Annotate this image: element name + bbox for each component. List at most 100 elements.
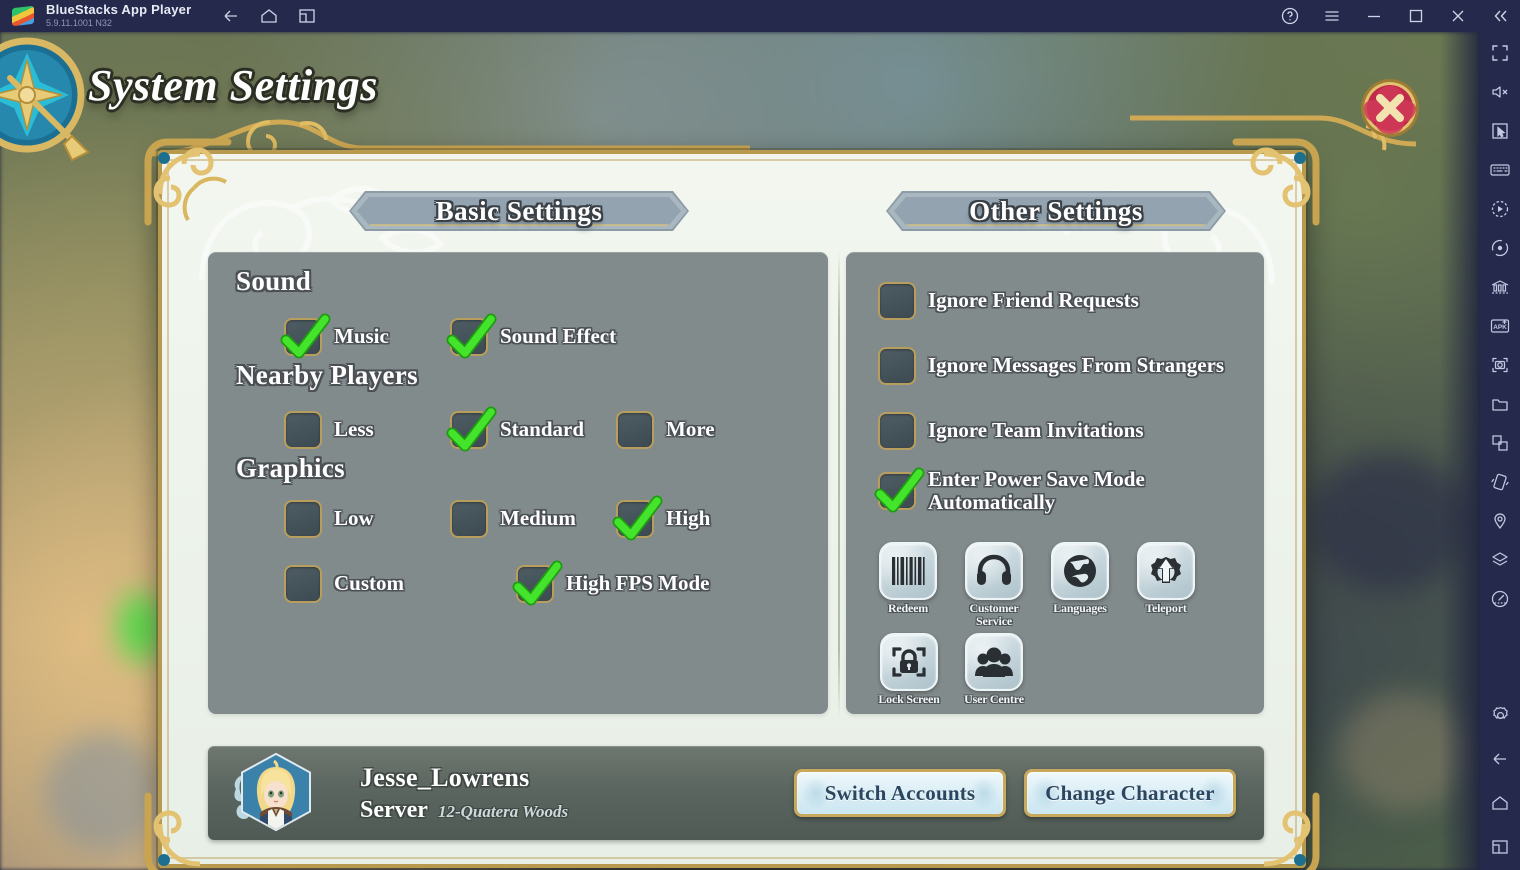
checkbox-standard[interactable] xyxy=(446,406,497,452)
checkbox-label-high-fps-mode: High FPS Mode xyxy=(566,571,710,596)
checkbox-medium[interactable] xyxy=(450,500,488,538)
close-dialog-button[interactable] xyxy=(1358,76,1422,140)
multi-instance-icon[interactable] xyxy=(297,6,317,26)
banner-other-label: Other Settings xyxy=(969,195,1143,226)
checkbox-more[interactable] xyxy=(616,411,654,449)
checkbox-label-ignore-messages-strangers: Ignore Messages From Strangers xyxy=(928,353,1225,378)
keyboard-icon[interactable] xyxy=(1487,157,1513,183)
footer-buttons: Switch Accounts Change Character xyxy=(794,769,1236,817)
checkbox-ignore-team-invitations[interactable] xyxy=(878,412,916,450)
checkbox-music[interactable] xyxy=(280,313,331,359)
rotate-icon[interactable] xyxy=(1487,235,1513,261)
cursor-icon[interactable] xyxy=(1487,118,1513,144)
checkbox-less[interactable] xyxy=(284,411,322,449)
banner-basic-label: Basic Settings xyxy=(435,195,603,226)
switch-accounts-button[interactable]: Switch Accounts xyxy=(794,769,1006,817)
checkbox-row-music[interactable]: Music xyxy=(280,313,389,359)
shortcut-lock-screen[interactable]: Lock Screen xyxy=(878,633,940,706)
location-icon[interactable] xyxy=(1487,508,1513,534)
maximize-icon[interactable] xyxy=(1406,6,1426,26)
change-character-label: Change Character xyxy=(1045,780,1215,805)
game-viewport: System Settings Basic Settings Other Set… xyxy=(0,32,1480,870)
sidebar-tools: APK xyxy=(1487,40,1513,612)
column-divider xyxy=(838,250,840,718)
checkbox-high[interactable] xyxy=(612,495,663,541)
banner-other-settings: Other Settings xyxy=(886,188,1226,234)
group-heading-graphics: Graphics xyxy=(236,453,345,483)
collapse-sidebar-icon[interactable] xyxy=(1490,6,1510,26)
checkbox-power-save-mode[interactable] xyxy=(874,467,925,513)
settings-gear-icon[interactable] xyxy=(1487,702,1513,728)
checkbox-row-less[interactable]: Less xyxy=(284,411,374,449)
bluestacks-logo-icon xyxy=(12,5,34,27)
checkbox-ignore-messages-strangers[interactable] xyxy=(878,347,916,385)
help-icon[interactable] xyxy=(1280,6,1300,26)
recents-icon[interactable] xyxy=(1487,834,1513,860)
checkbox-row-more[interactable]: More xyxy=(616,411,715,449)
app-title: BlueStacks App Player xyxy=(46,2,192,18)
sidebar-bottom-tools xyxy=(1487,702,1513,860)
fullscreen-icon[interactable] xyxy=(1487,40,1513,66)
change-character-button[interactable]: Change Character xyxy=(1024,769,1236,817)
titlebar-nav-group xyxy=(221,6,317,26)
media-manager-icon[interactable] xyxy=(1487,391,1513,417)
checkbox-row-ignore-team-invitations[interactable]: Ignore Team Invitations xyxy=(878,412,1144,450)
shortcut-label-languages: Languages xyxy=(1053,601,1107,615)
checkbox-row-standard[interactable]: Standard xyxy=(446,406,585,452)
checkbox-row-low[interactable]: Low xyxy=(284,500,374,538)
close-icon[interactable] xyxy=(1448,6,1468,26)
checkbox-row-custom[interactable]: Custom xyxy=(284,565,404,603)
checkbox-row-power-save-mode[interactable]: Enter Power Save Mode Automatically xyxy=(874,467,1178,514)
shortcut-languages[interactable]: Languages xyxy=(1049,542,1111,615)
player-avatar[interactable] xyxy=(230,747,322,839)
bluestacks-sidebar: APK xyxy=(1480,32,1520,870)
shortcut-redeem[interactable]: Redeem xyxy=(877,542,939,615)
app-version: 5.9.11.1001 N32 xyxy=(46,18,112,29)
server-value: 12-Quatera Woods xyxy=(437,801,569,821)
banner-basic-settings: Basic Settings xyxy=(349,188,689,234)
shake-icon[interactable] xyxy=(1487,469,1513,495)
home-icon[interactable] xyxy=(259,6,279,26)
eco-mode-icon[interactable] xyxy=(1487,586,1513,612)
home-icon[interactable] xyxy=(1487,790,1513,816)
bluestacks-title-block: BlueStacks App Player 5.9.11.1001 N32 xyxy=(46,3,191,28)
group-heading-nearby-players: Nearby Players xyxy=(236,360,418,390)
checkbox-row-ignore-friend-requests[interactable]: Ignore Friend Requests xyxy=(878,282,1139,320)
checkbox-row-sound-effect[interactable]: Sound Effect xyxy=(446,313,616,359)
checkbox-row-ignore-messages-strangers[interactable]: Ignore Messages From Strangers xyxy=(878,347,1224,385)
multi-instance-manager-icon[interactable] xyxy=(1487,274,1513,300)
checkbox-label-low: Low xyxy=(334,506,374,531)
checkbox-sound-effect[interactable] xyxy=(446,313,497,359)
checkbox-label-ignore-friend-requests: Ignore Friend Requests xyxy=(928,288,1139,313)
checkbox-high-fps-mode[interactable] xyxy=(512,560,563,606)
checkbox-label-standard: Standard xyxy=(500,417,585,442)
layers-icon[interactable] xyxy=(1487,547,1513,573)
screenshot-icon[interactable] xyxy=(1487,352,1513,378)
macro-record-icon[interactable] xyxy=(1487,196,1513,222)
install-apk-icon[interactable]: APK xyxy=(1487,313,1513,339)
checkbox-row-high[interactable]: High xyxy=(612,495,710,541)
svg-text:APK: APK xyxy=(1493,324,1507,331)
player-name: Jesse_Lowrens xyxy=(360,763,530,793)
shortcut-label-user-centre: User Centre xyxy=(964,692,1024,706)
group-heading-sound: Sound xyxy=(236,266,312,296)
shortcut-user-centre[interactable]: User Centre xyxy=(963,633,1025,706)
real-time-translate-icon[interactable] xyxy=(1487,430,1513,456)
checkbox-custom[interactable] xyxy=(284,565,322,603)
checkbox-row-medium[interactable]: Medium xyxy=(450,500,576,538)
mute-icon[interactable] xyxy=(1487,79,1513,105)
checkbox-row-high-fps-mode[interactable]: High FPS Mode xyxy=(512,560,710,606)
shortcut-customer-service[interactable]: Customer Service xyxy=(963,542,1025,627)
menu-icon[interactable] xyxy=(1322,6,1342,26)
back-arrow-icon[interactable] xyxy=(221,6,241,26)
shortcut-teleport[interactable]: Teleport xyxy=(1135,542,1197,615)
checkbox-label-custom: Custom xyxy=(334,571,405,596)
back-arrow-icon[interactable] xyxy=(1487,746,1513,772)
checkbox-low[interactable] xyxy=(284,500,322,538)
window-controls xyxy=(1280,0,1510,32)
shortcut-label-lock-screen: Lock Screen xyxy=(878,692,940,706)
checkbox-ignore-friend-requests[interactable] xyxy=(878,282,916,320)
switch-accounts-label: Switch Accounts xyxy=(824,780,976,805)
page-title: System Settings xyxy=(88,61,378,110)
minimize-icon[interactable] xyxy=(1364,6,1384,26)
